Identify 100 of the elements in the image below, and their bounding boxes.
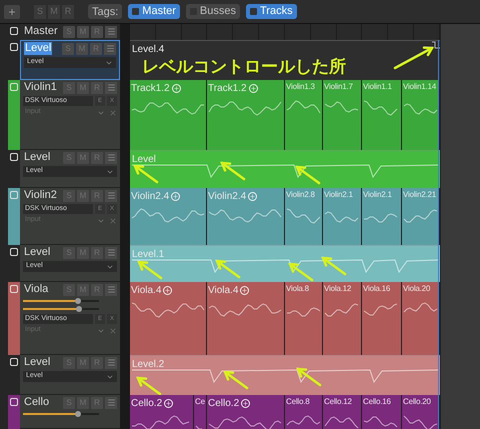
track-toggle-icon[interactable] (10, 153, 18, 161)
track-name: Level (23, 356, 52, 369)
midi-region[interactable]: Cello.2 (207, 395, 285, 429)
midi-region[interactable]: Track1.2 (130, 80, 207, 150)
midi-region[interactable]: Viola.20 (402, 282, 440, 355)
menu-icon[interactable] (105, 246, 117, 258)
waveform-drawing (363, 416, 398, 428)
track-toggle-icon[interactable] (10, 398, 18, 406)
annotation-arrow (215, 260, 240, 278)
midi-region[interactable]: Cello.2 (130, 395, 194, 429)
waveform-drawing (403, 209, 438, 223)
waveform-drawing (403, 415, 438, 429)
track-name: Violin2 (23, 189, 58, 202)
menu-icon[interactable] (105, 356, 117, 368)
region-label: Cello.20 (403, 396, 431, 408)
region-label: Level (132, 153, 156, 167)
midi-region[interactable]: Violin2.21 (402, 188, 440, 245)
track-toggle-icon[interactable] (10, 83, 18, 91)
waveform-drawing (324, 211, 359, 223)
waveform-drawing (403, 302, 438, 313)
menu-icon[interactable] (105, 396, 117, 408)
waveform-drawing (286, 307, 321, 317)
midi-region[interactable]: Violin2.8 (285, 188, 323, 245)
region-label: Cello.8 (286, 396, 310, 408)
automation-region[interactable]: Level.1 (130, 245, 440, 282)
region-label: Viola.4 (208, 284, 238, 298)
midi-region[interactable]: Violin2.1 (362, 188, 402, 245)
midi-region[interactable]: Violin1.7 (323, 80, 362, 150)
close-icon[interactable] (109, 326, 117, 334)
midi-region[interactable]: Viola.16 (362, 282, 402, 355)
menu-icon[interactable] (105, 26, 117, 38)
midi-region[interactable]: Track1.2 (207, 80, 285, 150)
waveform-drawing (324, 416, 359, 429)
region-label: Viola.20 (403, 283, 430, 295)
midi-region[interactable]: Viola.12 (323, 282, 362, 355)
track-name: Violin1 (23, 81, 58, 94)
tag-toggle[interactable]: Tracks (246, 4, 297, 19)
track-toggle-icon[interactable] (10, 191, 18, 199)
midi-region[interactable]: Cello.16 (362, 395, 402, 429)
annotation-arrow (137, 260, 162, 280)
region-label: Cello.16 (363, 396, 391, 408)
region-label: Level.2 (132, 358, 164, 372)
menu-icon[interactable] (104, 42, 116, 54)
region-label: Ce (195, 396, 205, 408)
region-label: Viola.4 (131, 284, 162, 298)
midi-region[interactable]: Cello.20 (402, 395, 440, 429)
waveform-drawing (286, 208, 321, 224)
midi-region[interactable]: Violin1.14 (402, 80, 440, 150)
midi-region[interactable]: Ce (194, 395, 207, 429)
volume-slider[interactable] (23, 306, 99, 312)
automation-region[interactable]: Level.2 (130, 355, 440, 395)
menu-icon[interactable] (105, 284, 117, 296)
annotation-arrow (288, 262, 314, 282)
midi-region[interactable]: Violin1.3 (285, 80, 323, 150)
waveform-drawing (324, 101, 359, 113)
tag-toggle[interactable]: Busses (186, 4, 240, 19)
region-label: Violin1.7 (324, 81, 353, 93)
region-label: Violin2.1 (324, 189, 353, 201)
close-icon[interactable] (109, 108, 117, 116)
region-label: Viola.8 (286, 283, 309, 295)
region-label: Violin2.8 (286, 189, 315, 201)
midi-region[interactable]: Violin1.1 (362, 80, 402, 150)
track-name: Master (23, 25, 59, 38)
annotation-arrow (321, 256, 346, 276)
region-label: Violin2.4 (208, 190, 246, 204)
midi-region[interactable]: Cello.8 (285, 395, 323, 429)
waveform-drawing (195, 425, 203, 429)
midi-region[interactable]: Violin2.4 (130, 188, 207, 245)
menu-icon[interactable] (105, 190, 117, 202)
midi-region[interactable]: Viola.4 (207, 282, 285, 355)
region-label: Violin2.4 (131, 190, 170, 204)
waveform-drawing (324, 303, 359, 317)
volume-slider[interactable] (23, 411, 99, 417)
track-toggle-icon[interactable] (10, 358, 18, 366)
track-toggle-icon[interactable] (10, 285, 18, 293)
midi-region[interactable]: Violin2.4 (207, 188, 285, 245)
midi-region[interactable]: Viola.8 (285, 282, 323, 355)
annotation-arrow (136, 376, 162, 395)
waveform-drawing (131, 415, 190, 429)
region-label: Level.4 (132, 43, 164, 57)
track-name: Cello (23, 396, 50, 409)
automation-region[interactable]: Level (130, 150, 440, 188)
region-label: Track1.2 (131, 82, 170, 96)
automation-region[interactable]: Level.4 レベルコントロールした所 (130, 40, 440, 80)
midi-region[interactable]: Violin2.1 (323, 188, 362, 245)
tag-toggle[interactable]: Master (128, 4, 180, 19)
add-button[interactable]: + (4, 4, 20, 18)
menu-icon[interactable] (105, 152, 117, 164)
automation-curve (432, 41, 440, 51)
track-toggle-icon[interactable] (10, 248, 18, 256)
volume-slider[interactable] (23, 298, 99, 304)
track-name: Level (23, 151, 52, 164)
region-label: Track1.2 (208, 82, 247, 96)
close-icon[interactable] (109, 216, 117, 224)
midi-region[interactable]: Viola.4 (130, 282, 207, 355)
midi-region[interactable]: Cello.12 (323, 395, 362, 429)
region-label: Violin2.21 (403, 189, 436, 201)
tags-button[interactable]: Tags: (88, 4, 122, 19)
menu-icon[interactable] (105, 82, 117, 94)
track-name: Level (24, 42, 52, 55)
